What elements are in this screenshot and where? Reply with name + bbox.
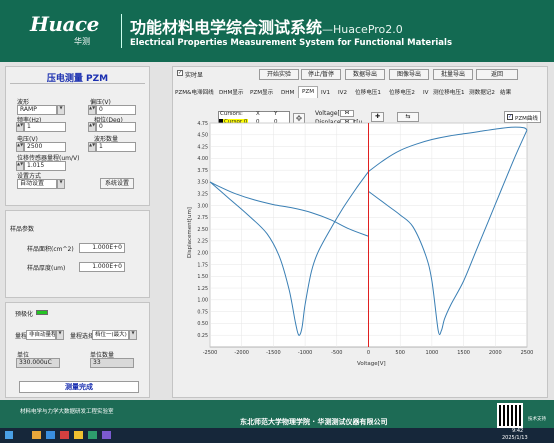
prepolarize-label: 预极化 <box>15 311 34 318</box>
stop-pause-button[interactable]: 停止/暂停 <box>301 69 341 80</box>
taskbar-app-5-icon[interactable] <box>88 431 97 439</box>
mode-select[interactable]: 自动设置 <box>17 179 57 189</box>
huace-logo: Huace 华测 <box>30 12 118 50</box>
unit-value: 330.000uC <box>16 358 60 368</box>
footer-center-text: 东北师范大学物理学院 · 华测测试仪器有限公司 <box>240 418 388 426</box>
taskbar-app-2-icon[interactable] <box>46 431 55 439</box>
area-label: 样品面积(cm^2) <box>27 246 74 253</box>
batch-export-button[interactable]: 批量导出 <box>433 69 473 80</box>
range-select-dropdown-icon[interactable]: ▼ <box>129 330 137 340</box>
tab-displacement-voltage-1[interactable]: 位移电压1 <box>355 88 381 98</box>
cursor-move-icon[interactable]: ✥ <box>293 113 305 125</box>
app-version: —HuacePro2.0 <box>322 23 403 36</box>
count-stepper-icon[interactable]: ▲▼ <box>88 142 96 152</box>
data-export-button[interactable]: 数据导出 <box>345 69 385 80</box>
tab-displacement-voltage-2[interactable]: 位移电压2 <box>389 88 415 98</box>
thickness-input[interactable]: 1.000E+0 <box>79 262 125 272</box>
measurement-complete-banner: 测量完成 <box>19 381 139 393</box>
app-title: 功能材料电学综合测试系统—HuacePro2.0 <box>130 14 403 38</box>
tab-measure-data-2[interactable]: 测数据记2 <box>469 88 495 98</box>
tab-pzm-hysteresis[interactable]: PZM&电滞回线 <box>175 88 214 98</box>
cursor-header-x: X <box>256 111 260 117</box>
tab-results[interactable]: 结果 <box>500 88 511 98</box>
unit-count-value: 33 <box>90 358 134 368</box>
legend-displacement-icon[interactable]: ⋈ <box>340 119 354 126</box>
status-led-icon <box>36 310 48 315</box>
tab-pzm[interactable]: PZM <box>298 86 319 98</box>
logo-sub: 华测 <box>74 37 90 46</box>
range-select[interactable]: 非自动量程 <box>26 330 56 340</box>
cursor-row-name[interactable]: Cursor 0 <box>223 119 249 125</box>
cursor-header-name: Cursors: <box>220 111 243 117</box>
range-dropdown-icon[interactable]: ▼ <box>56 330 64 340</box>
app-header: Huace 华测 功能材料电学综合测试系统—HuacePro2.0 Electr… <box>0 0 554 62</box>
voltage-input[interactable]: 2500 <box>24 142 66 152</box>
sensitivity-input[interactable]: 1.015 <box>24 161 66 171</box>
start-icon[interactable] <box>5 431 13 439</box>
logo-brand: Huace <box>30 12 99 36</box>
pan-tool-icon[interactable]: ⇆ <box>397 112 419 122</box>
tab-dhm-display[interactable]: DHM显示 <box>219 88 244 98</box>
thickness-label: 样品厚度(um) <box>27 265 66 272</box>
tab-iv2[interactable]: IV2 <box>338 88 347 98</box>
realtime-label: 实时显 <box>185 72 204 79</box>
header-divider <box>121 14 122 48</box>
freq-stepper-icon[interactable]: ▲▼ <box>16 122 24 132</box>
clock-time: 9:42 <box>512 428 524 434</box>
tab-measure-displacement-1[interactable]: 测位移电压1 <box>433 88 465 98</box>
freq-input[interactable]: 1 <box>24 122 66 132</box>
area-input[interactable]: 1.000E+0 <box>79 243 125 253</box>
waveform-select[interactable]: RAMP <box>17 105 57 115</box>
cursor-header-y: Y <box>274 111 278 117</box>
windows-taskbar: 9:42 2025/1/13 <box>0 428 554 443</box>
taskbar-app-4-icon[interactable] <box>74 431 83 439</box>
qr-code-icon <box>497 403 523 428</box>
taskbar-app-6-icon[interactable] <box>102 431 111 439</box>
system-settings-button[interactable]: 系统设置 <box>100 178 134 189</box>
realtime-checkbox[interactable]: ✓ <box>177 70 183 76</box>
bias-input[interactable]: 0 <box>96 105 136 115</box>
waveform-dropdown-icon[interactable]: ▼ <box>57 105 65 115</box>
sample-title: 样品参数 <box>10 226 35 233</box>
title-underline <box>10 83 145 84</box>
pzm-line-label: PZM曲线 <box>515 116 538 122</box>
app-title-en: Electrical Properties Measurement System… <box>130 38 453 48</box>
range-select-label: 量程选择 <box>70 333 95 340</box>
sample-params-panel: 样品参数 样品面积(cm^2) 1.000E+0 样品厚度(um) 1.000E… <box>5 210 150 298</box>
tab-iv1[interactable]: IV1 <box>321 88 330 98</box>
cursor-row-y: 0 <box>274 119 278 125</box>
image-export-button[interactable]: 图像导出 <box>389 69 429 80</box>
taskbar-app-1-icon[interactable] <box>32 431 41 439</box>
sensitivity-stepper-icon[interactable]: ▲▼ <box>16 161 24 171</box>
range-select-dropdown[interactable]: 档位一(最大) <box>92 330 129 340</box>
cursor-row-x: 0 <box>256 119 260 125</box>
pzm-line-checkbox[interactable]: ✓ <box>507 114 513 120</box>
status-panel: 预极化 量程 非自动量程 ▼ 量程选择 档位一(最大) ▼ 单位 330.000… <box>5 302 150 398</box>
tab-iv[interactable]: IV <box>423 88 428 98</box>
legend-displacement: Displacement[u <box>315 119 363 126</box>
voltage-stepper-icon[interactable]: ▲▼ <box>16 142 24 152</box>
pzm-params-panel: 压电测量 PZM 波形 RAMP ▼ 偏压(V) ▲▼ 0 频率(Hz) ▲▼ … <box>5 66 150 206</box>
phase-stepper-icon[interactable]: ▲▼ <box>88 122 96 132</box>
count-input[interactable]: 1 <box>96 142 136 152</box>
footer-left-text: 材料电学与力学大数据研发工程实验室 <box>20 409 114 415</box>
return-button[interactable]: 返回 <box>476 69 518 80</box>
support-text: 技术支持 <box>528 417 546 422</box>
taskbar-app-3-icon[interactable] <box>60 431 69 439</box>
clock-date: 2025/1/13 <box>502 435 528 441</box>
legend-voltage-icon[interactable]: ⋈ <box>340 110 354 117</box>
bias-stepper-icon[interactable]: ▲▼ <box>88 105 96 115</box>
app-title-cn: 功能材料电学综合测试系统 <box>130 18 323 37</box>
phase-input[interactable]: 0 <box>96 122 136 132</box>
tab-dhm[interactable]: DHM <box>281 88 294 98</box>
mode-dropdown-icon[interactable]: ▼ <box>57 179 65 189</box>
zoom-tool-icon[interactable]: ✚ <box>371 112 384 122</box>
start-experiment-button[interactable]: 开始实验 <box>259 69 299 80</box>
tab-pzm-display[interactable]: PZM显示 <box>250 88 273 98</box>
footer-bar: 材料电学与力学大数据研发工程实验室 东北师范大学物理学院 · 华测测试仪器有限公… <box>0 400 554 430</box>
